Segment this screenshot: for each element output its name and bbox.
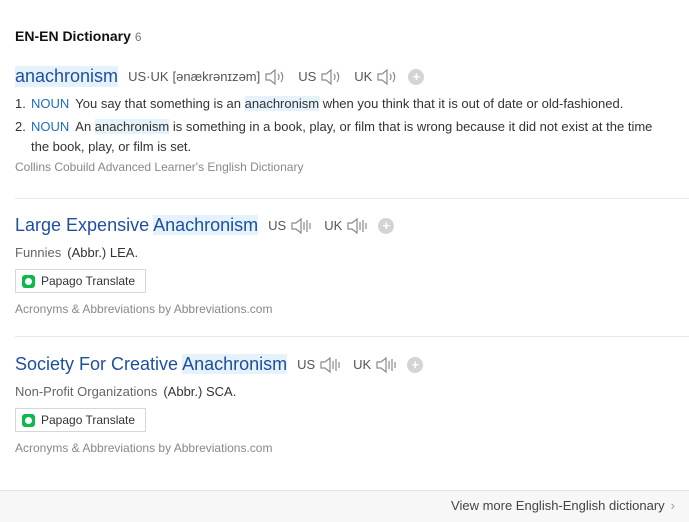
part-of-speech: NOUN bbox=[31, 96, 70, 111]
us-uk-label: US·UK bbox=[128, 69, 169, 84]
definition-list: 1. NOUN You say that something is an anac… bbox=[15, 94, 689, 157]
papago-icon bbox=[22, 274, 35, 288]
speaker-uk-icon[interactable] bbox=[375, 356, 399, 374]
uk-label: UK bbox=[324, 218, 343, 233]
definition-text: when you think that it is out of date or… bbox=[319, 96, 624, 111]
footer-bar: View more English-English dictionary › bbox=[0, 490, 689, 522]
translate-row: Papago Translate bbox=[15, 408, 689, 432]
headword-highlight: Anachronism bbox=[182, 354, 288, 374]
abbreviation-row: Funnies (Abbr.) LEA. bbox=[15, 245, 689, 260]
entry-society-for-creative-anachronism: Society For Creative Anachronism US UK +… bbox=[15, 354, 689, 455]
entry-head: Society For Creative Anachronism US UK + bbox=[15, 354, 689, 375]
add-wordbook-icon[interactable]: + bbox=[378, 217, 395, 234]
abbreviation-text: (Abbr.) SCA. bbox=[163, 384, 237, 399]
papago-translate-label: Papago Translate bbox=[41, 274, 136, 288]
speaker-us-icon[interactable] bbox=[319, 356, 343, 374]
phonetic: [ənækrənɪzəm] bbox=[172, 69, 261, 84]
headword[interactable]: Society For Creative Anachronism bbox=[15, 354, 288, 375]
speaker-us-icon[interactable] bbox=[290, 217, 314, 235]
papago-icon bbox=[22, 413, 35, 427]
headword[interactable]: anachronism bbox=[15, 66, 119, 87]
result-count: 6 bbox=[134, 30, 142, 44]
abbreviation-category: Non-Profit Organizations bbox=[15, 384, 158, 399]
definition-item: 2. NOUN An anachronism is something in a … bbox=[15, 117, 689, 157]
add-wordbook-icon[interactable]: + bbox=[407, 356, 424, 373]
view-more-link[interactable]: View more English-English dictionary › bbox=[451, 498, 675, 513]
add-wordbook-icon[interactable]: + bbox=[408, 68, 425, 85]
us-label: US bbox=[297, 357, 316, 372]
divider bbox=[15, 336, 689, 337]
definition-number: 1. bbox=[15, 96, 26, 111]
abbreviation-text: (Abbr.) LEA. bbox=[67, 245, 139, 260]
entry-head: Large Expensive Anachronism US UK + bbox=[15, 215, 689, 236]
section-title: EN-EN Dictionary 6 bbox=[15, 28, 142, 44]
uk-label: UK bbox=[354, 69, 373, 84]
definition-highlight: anachronism bbox=[244, 96, 320, 111]
uk-label: UK bbox=[353, 357, 372, 372]
dictionary-source[interactable]: Collins Cobuild Advanced Learner's Engli… bbox=[15, 160, 689, 174]
speaker-icon[interactable] bbox=[264, 68, 288, 86]
entry-anachronism: anachronism US·UK [ənækrənɪzəm] US UK + … bbox=[15, 66, 689, 174]
definition-number: 2. bbox=[15, 119, 26, 134]
papago-translate-button[interactable]: Papago Translate bbox=[15, 269, 147, 293]
us-label: US bbox=[268, 218, 287, 233]
definition-text: You say that something is an bbox=[75, 96, 245, 111]
headword-highlight: Anachronism bbox=[153, 215, 259, 235]
papago-translate-button[interactable]: Papago Translate bbox=[15, 408, 147, 432]
definition-item: 1. NOUN You say that something is an anac… bbox=[15, 94, 689, 114]
translate-row: Papago Translate bbox=[15, 269, 689, 293]
abbreviation-row: Non-Profit Organizations (Abbr.) SCA. bbox=[15, 384, 689, 399]
view-more-label: View more English-English dictionary bbox=[451, 498, 665, 513]
section-title-text: EN-EN Dictionary bbox=[15, 28, 131, 44]
definition-text: An bbox=[75, 119, 95, 134]
speaker-uk-icon[interactable] bbox=[376, 68, 400, 86]
entry-large-expensive-anachronism: Large Expensive Anachronism US UK + Funn… bbox=[15, 215, 689, 316]
dictionary-source[interactable]: Acronyms & Abbreviations by Abbreviation… bbox=[15, 302, 689, 316]
us-label: US bbox=[298, 69, 317, 84]
chevron-right-icon: › bbox=[670, 498, 675, 513]
divider bbox=[15, 198, 689, 199]
speaker-uk-icon[interactable] bbox=[346, 217, 370, 235]
entry-head: anachronism US·UK [ənækrənɪzəm] US UK + bbox=[15, 66, 689, 87]
definition-highlight: anachronism bbox=[94, 119, 170, 134]
dictionary-source[interactable]: Acronyms & Abbreviations by Abbreviation… bbox=[15, 441, 689, 455]
abbreviation-category: Funnies bbox=[15, 245, 62, 260]
headword[interactable]: Large Expensive Anachronism bbox=[15, 215, 259, 236]
speaker-us-icon[interactable] bbox=[320, 68, 344, 86]
papago-translate-label: Papago Translate bbox=[41, 413, 136, 427]
part-of-speech: NOUN bbox=[31, 119, 70, 134]
headword-text: Large Expensive bbox=[15, 215, 154, 235]
headword-text: Society For Creative bbox=[15, 354, 183, 374]
